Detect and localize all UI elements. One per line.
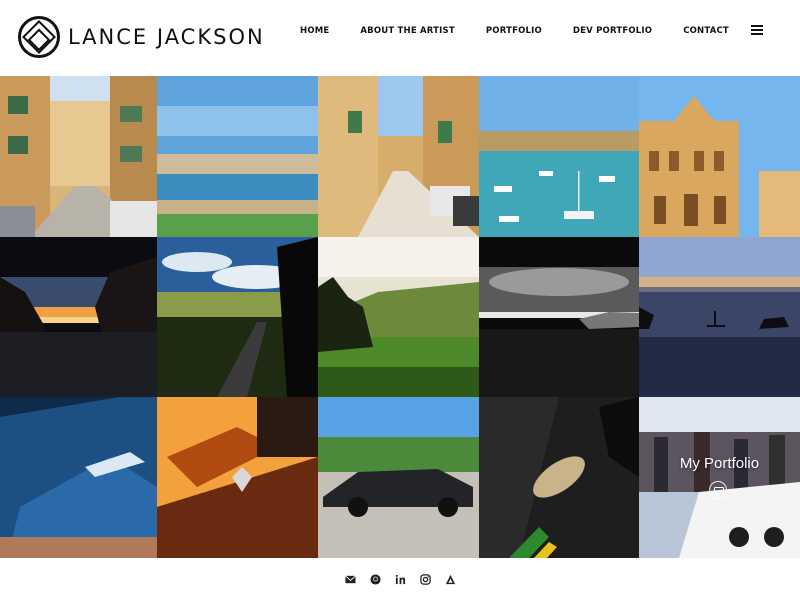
camera-icon[interactable] (709, 481, 727, 499)
portfolio-overlay-title[interactable]: My Portfolio (639, 455, 800, 472)
site-header: LANCE JACKSON HOME ABOUT THE ARTIST PORT… (0, 0, 800, 76)
envelope-icon[interactable] (344, 573, 356, 585)
gallery-tile-black-white-coast[interactable] (479, 237, 639, 397)
gallery-tile-paddleboard-lake[interactable] (639, 237, 800, 397)
behance-icon[interactable] (444, 573, 456, 585)
gallery-tile-palace-facade[interactable] (639, 76, 800, 237)
nav-contact[interactable]: CONTACT (683, 26, 729, 36)
gallery-tile-narrow-street[interactable] (318, 76, 479, 237)
instagram-icon[interactable] (419, 573, 431, 585)
site-logo[interactable]: LANCE JACKSON (18, 16, 265, 58)
gallery-tile-white-supercar-crowd[interactable]: My Portfolio (639, 397, 800, 558)
linkedin-icon[interactable] (394, 573, 406, 585)
gallery-tile-orange-supercar[interactable] (157, 397, 318, 558)
nav-home[interactable]: HOME (300, 26, 329, 36)
gallery-tile-black-supercar-road[interactable] (318, 397, 479, 558)
gallery-tile-harbour-panorama[interactable] (157, 76, 318, 237)
nav-about-the-artist[interactable]: ABOUT THE ARTIST (360, 26, 454, 36)
site-footer (0, 558, 800, 600)
logo-text: LANCE JACKSON (68, 25, 265, 49)
gallery-tile-country-road-sky[interactable] (157, 237, 318, 397)
hamburger-menu-icon[interactable] (751, 25, 763, 35)
github-icon[interactable] (369, 573, 381, 585)
nav-dev-portfolio[interactable]: DEV PORTFOLIO (573, 26, 652, 36)
logo-emblem-icon (18, 16, 60, 58)
gallery-tile-green-hill-sunrise[interactable] (318, 237, 479, 397)
photo-gallery: My Portfolio (0, 76, 800, 558)
main-nav: HOME ABOUT THE ARTIST PORTFOLIO DEV PORT… (300, 26, 760, 36)
gallery-tile-carbon-car-detail[interactable] (479, 397, 639, 558)
gallery-tile-harbour-boats[interactable] (479, 76, 639, 237)
gallery-tile-sunset-rocks[interactable] (0, 237, 157, 397)
gallery-tile-street-balconies[interactable] (0, 76, 157, 237)
nav-portfolio[interactable]: PORTFOLIO (486, 26, 542, 36)
gallery-tile-blue-supercar[interactable] (0, 397, 157, 558)
